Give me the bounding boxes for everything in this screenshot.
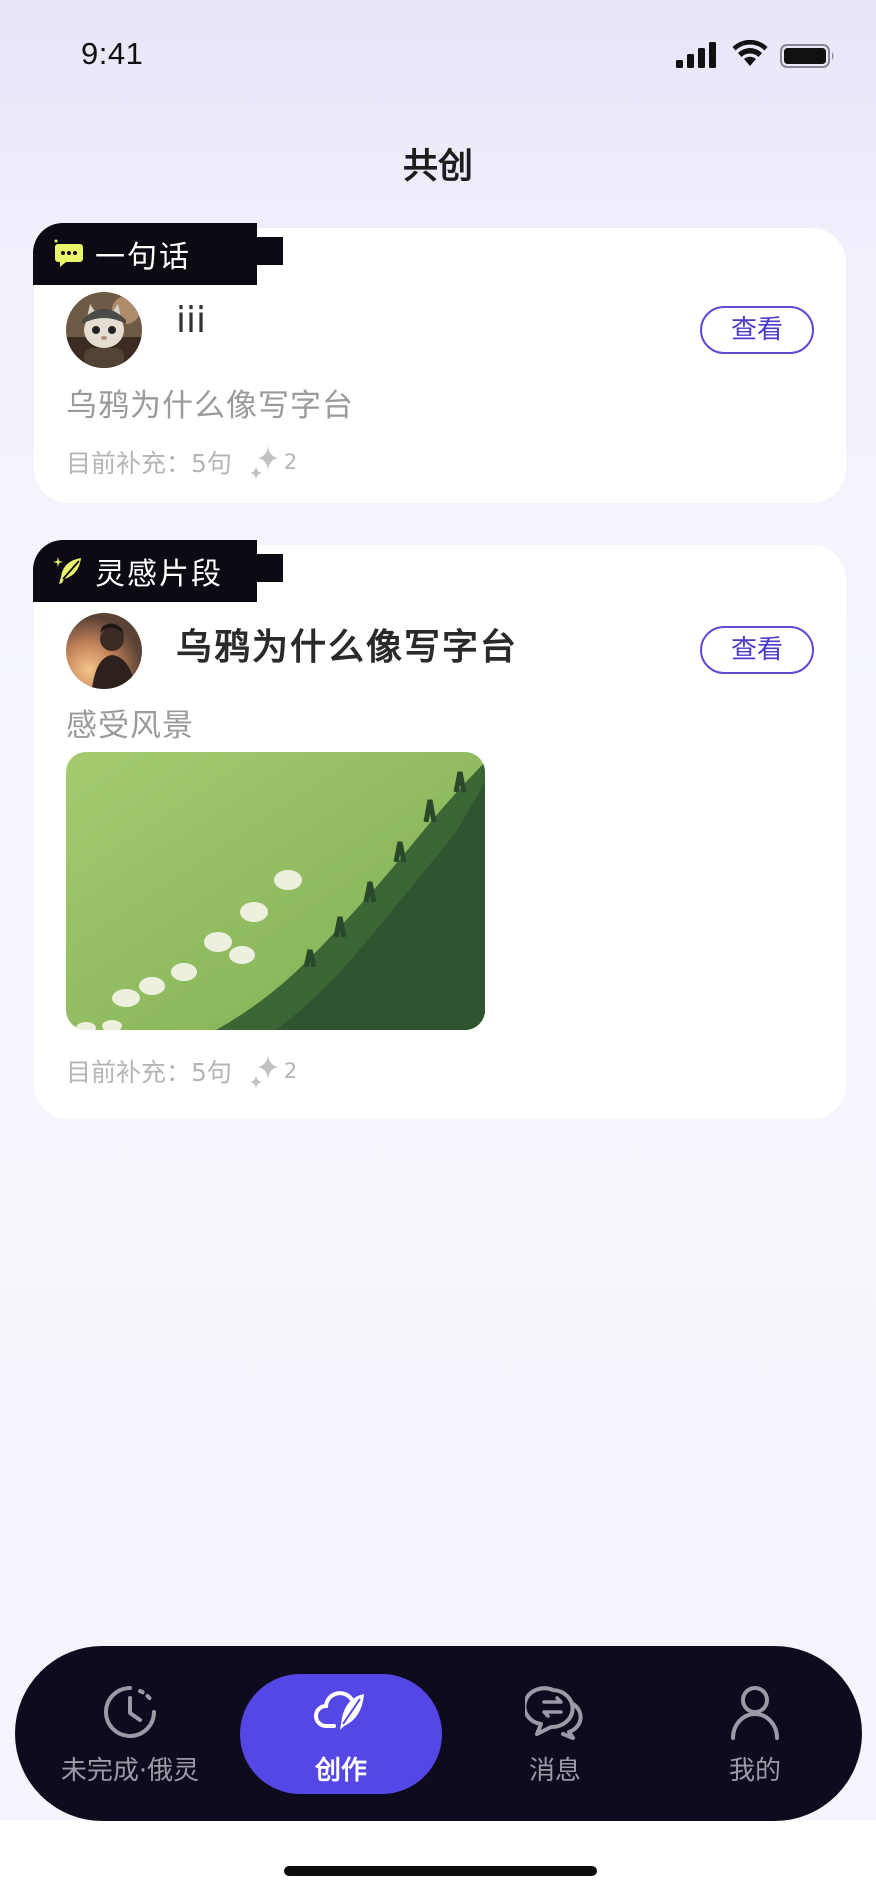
avatar[interactable] (66, 613, 142, 689)
card-type-tag: 一句话 (33, 223, 283, 285)
nav-item-create[interactable]: 创作 (240, 1674, 442, 1794)
card-title: 乌鸦为什么像写字台 (176, 627, 519, 668)
card-content: 乌鸦为什么像写字台 (66, 388, 354, 424)
card-content: 感受风景 (66, 708, 194, 744)
wifi-icon (732, 40, 768, 66)
view-button[interactable]: 查看 (700, 626, 814, 674)
supplement-count: 目前补充：5句 (66, 1058, 232, 1087)
cocreate-card[interactable]: 灵感片段 乌鸦为什么像写字台 查看 感受风景 目前补充：5句 2 (33, 540, 846, 1119)
status-time: 9:41 (81, 36, 144, 71)
cat-avatar-image (66, 292, 142, 368)
nav-item-messages[interactable]: 消息 (455, 1646, 655, 1821)
nav-label: 我的 (728, 1756, 781, 1786)
battery-icon (780, 44, 834, 68)
card-type-label: 一句话 (95, 240, 191, 275)
card-meta: 目前补充：5句 2 (66, 1053, 297, 1089)
sparkle-count: 2 (283, 1059, 298, 1083)
sparkle-icon (249, 1055, 278, 1089)
person-icon (731, 1686, 779, 1740)
status-icons (676, 40, 846, 72)
cocreate-card[interactable]: 一句话 iii 查看 乌鸦为什么像写字台 目前补充：5句 2 (33, 223, 846, 503)
card-meta: 目前补充：5句 2 (66, 444, 297, 480)
chat-arrows-icon (525, 1686, 583, 1740)
sheep-on-green-hillside-image[interactable] (66, 752, 485, 1030)
home-indicator[interactable] (284, 1866, 597, 1876)
card-type-tag: 灵感片段 (33, 540, 283, 602)
view-button[interactable]: 查看 (700, 306, 814, 354)
nav-item-unfinished[interactable]: 未完成·俄灵 (45, 1646, 215, 1821)
bottom-nav: 未完成·俄灵 创作 消息 我的 (15, 1646, 862, 1821)
nav-label: 消息 (528, 1756, 581, 1786)
supplement-count: 目前补充：5句 (66, 449, 232, 478)
nav-label: 创作 (314, 1756, 367, 1786)
author-name: iii (176, 300, 207, 341)
clock-history-icon (104, 1686, 156, 1738)
page-title: 共创 (402, 147, 473, 187)
chat-bubble-icon (54, 239, 83, 267)
cloud-feather-icon (314, 1691, 364, 1730)
nav-item-profile[interactable]: 我的 (655, 1646, 855, 1821)
man-sunset-avatar-image (66, 613, 142, 689)
nav-label: 未完成·俄灵 (60, 1756, 200, 1786)
sparkle-count: 2 (283, 450, 298, 474)
sparkle-icon (249, 446, 278, 480)
feather-icon (53, 557, 81, 584)
avatar[interactable] (66, 292, 142, 368)
screen: 9:41 共创 一句话 iii 查看 乌鸦为什么像写字台 目前补充：5句 2 灵… (0, 0, 876, 1821)
signal-icon (676, 42, 716, 68)
card-type-label: 灵感片段 (95, 557, 223, 592)
